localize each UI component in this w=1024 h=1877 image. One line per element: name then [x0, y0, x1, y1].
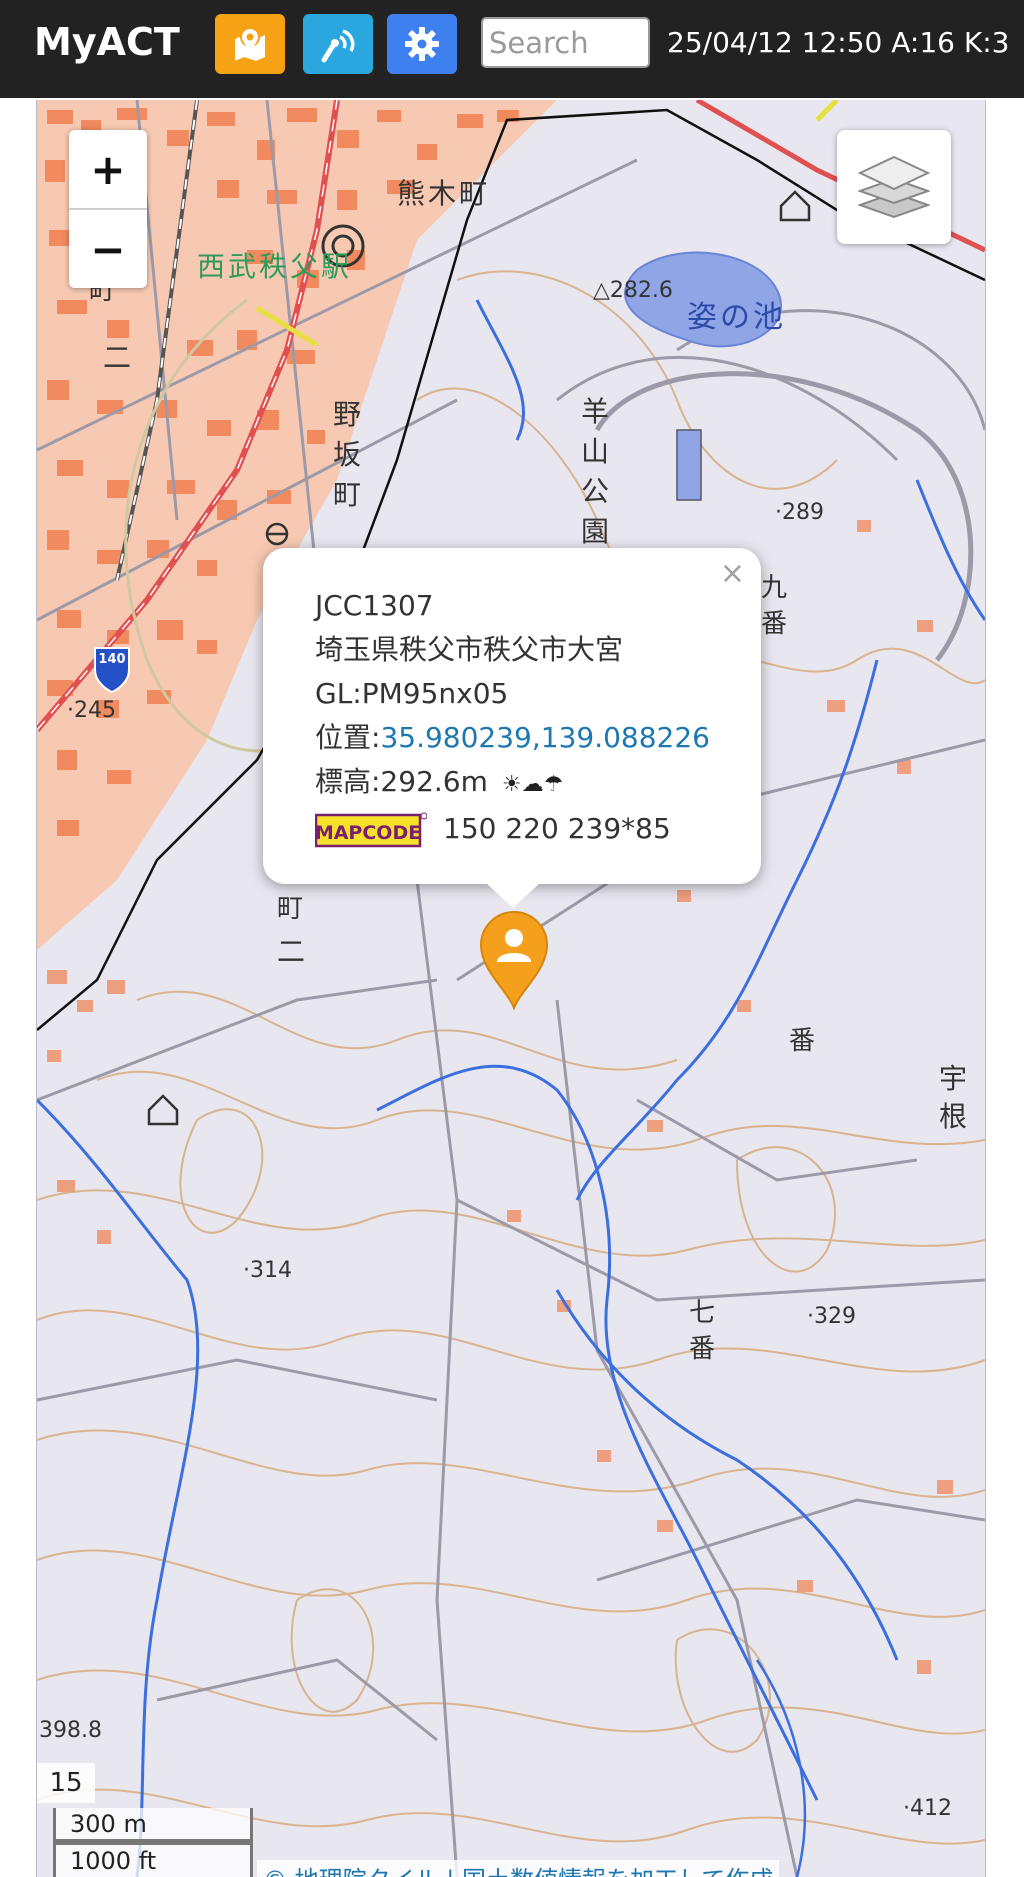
map-button[interactable] — [215, 14, 285, 74]
zoom-level-badge: 15 — [37, 1763, 95, 1803]
signal-icon — [321, 29, 355, 63]
map-label-ni: 二 — [277, 935, 306, 968]
popup-position-link[interactable]: 35.980239,139.088226 — [380, 721, 710, 754]
map-label-nanaban: 七 番 — [689, 1298, 716, 1364]
zoom-out-button[interactable]: − — [69, 210, 147, 288]
popup-call: JCC1307 — [315, 589, 434, 622]
popup-position-label: 位置: — [315, 721, 381, 754]
popup-grid: GL:PM95nx05 — [315, 677, 509, 710]
status-readout: 25/04/12 12:50 A:16 K:3 — [667, 26, 1010, 59]
popup-elevation-row: 標高:292.6m ☀☁☂ — [315, 760, 761, 807]
location-marker-icon[interactable] — [477, 908, 551, 1010]
popup-tip — [485, 882, 541, 908]
map-elev-314: ·314 — [243, 1258, 292, 1283]
map-attribution[interactable]: © 地理院タイル | 国土数値情報を加工して作成 — [257, 1860, 780, 1877]
layers-icon — [858, 155, 930, 219]
map-label-ni-2: 二 — [103, 341, 132, 374]
location-popup: × JCC1307 埼玉県秩父市秩父市大宮 GL:PM95nx05 位置:35.… — [263, 548, 761, 884]
top-navbar: MyACT Search 25/04/12 12:50 A:16 K:3 — [0, 0, 1024, 98]
scale-bar-imperial: 1000 ft — [53, 1842, 253, 1877]
layers-button[interactable] — [837, 130, 951, 244]
map-view[interactable]: 西武秩父駅 熊木町 姿の池 野 坂 町 羊 山 公 園 九 番 七 番 番 宇 … — [36, 100, 986, 1877]
map-label-kumaki: 熊木町 — [397, 177, 491, 210]
map-label-pond: 姿の池 — [687, 300, 786, 335]
gear-icon — [405, 27, 439, 61]
map-label-nosaka: 野 坂 町 — [333, 398, 362, 511]
map-label-kyuban: 九 番 — [761, 573, 788, 639]
map-elev-412: ·412 — [903, 1796, 952, 1821]
map-label-une: 宇 根 — [939, 1062, 968, 1133]
map-label-machi: 町 — [277, 894, 304, 924]
scale-bar-metric: 300 m — [53, 1808, 253, 1842]
map-elev-289: ·289 — [775, 500, 824, 525]
map-elev-245: ·245 — [67, 698, 116, 723]
popup-mapcode: 150 220 239*85 — [443, 812, 671, 845]
popup-address: 埼玉県秩父市秩父市大宮 — [315, 633, 624, 666]
popup-close-button[interactable]: × — [720, 556, 745, 591]
map-elev-282: △282.6 — [593, 278, 673, 303]
popup-mapcode-row: MAPCODE 150 220 239*85 — [315, 807, 761, 851]
svg-text:MAPCODE: MAPCODE — [315, 822, 421, 844]
map-label-ban: 番 — [789, 1026, 816, 1056]
map-label-park: 羊 山 公 園 — [581, 395, 610, 548]
map-pin-icon — [235, 27, 265, 61]
mapcode-logo-icon: MAPCODE — [315, 812, 427, 848]
zoom-in-button[interactable]: + — [69, 130, 147, 208]
popup-position: 位置:35.980239,139.088226 — [315, 716, 761, 760]
settings-button[interactable] — [387, 14, 457, 74]
map-elev-398: 398.8 — [39, 1718, 102, 1743]
map-label-route: 140 — [98, 652, 126, 667]
app-title[interactable]: MyACT — [34, 20, 180, 64]
search-input[interactable] — [481, 17, 650, 68]
map-label-station: 西武秩父駅 — [197, 250, 353, 283]
weather-icon: ☀☁☂ — [501, 772, 564, 797]
map-elev-329: ·329 — [807, 1304, 856, 1329]
popup-elevation: 標高:292.6m — [315, 765, 488, 798]
zoom-control: + − — [69, 130, 147, 288]
radio-button[interactable] — [303, 14, 373, 74]
